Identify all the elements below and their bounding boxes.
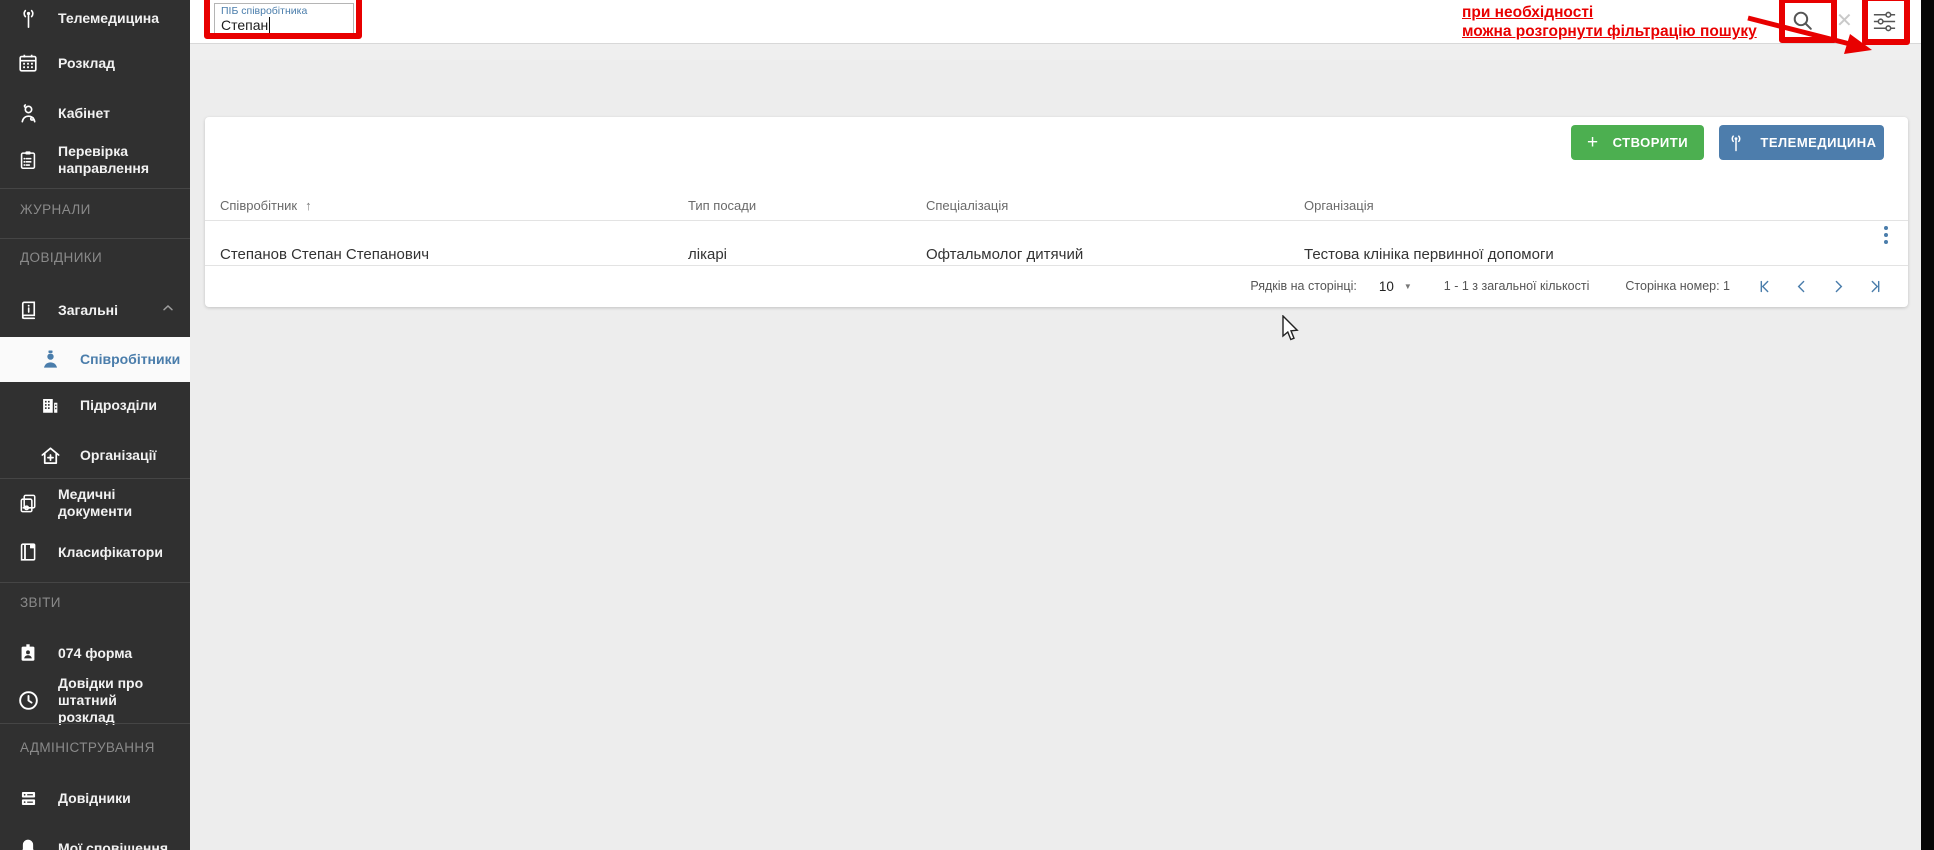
rows-per-page-value[interactable]: 10 xyxy=(1379,279,1394,294)
sidebar-item-medical-documents[interactable]: Медичні документи xyxy=(0,481,190,525)
text-cursor xyxy=(269,17,270,33)
clipboard-icon xyxy=(16,148,40,172)
search-input-label: ПІБ співробітника xyxy=(221,6,347,17)
cell-position-type: лікарі xyxy=(688,246,727,263)
home-plus-icon xyxy=(38,443,62,467)
chevron-up-icon[interactable] xyxy=(160,300,176,321)
calendar-icon xyxy=(16,51,40,75)
column-header-position-type[interactable]: Тип посади xyxy=(688,198,756,213)
antenna-icon xyxy=(16,6,40,30)
sidebar-item-departments[interactable]: Підрозділи xyxy=(0,389,190,421)
rows-per-page-label: Рядків на сторінці: xyxy=(1250,279,1357,293)
annotation-line1: при необхідності xyxy=(1462,3,1757,22)
screen-edge xyxy=(1921,0,1934,850)
bell-icon xyxy=(16,836,40,850)
cell-organization: Тестова клініка первинної допомоги xyxy=(1304,246,1554,263)
divider xyxy=(205,220,1908,221)
id-badge-icon xyxy=(16,641,40,665)
antenna-icon xyxy=(1726,133,1746,153)
cell-employee: Степанов Степан Степанович xyxy=(220,246,429,263)
divider xyxy=(0,723,190,724)
column-header-specialization[interactable]: Спеціалізація xyxy=(926,198,1008,213)
sidebar-section-directories: ДОВІДНИКИ xyxy=(20,250,102,265)
sidebar-section-journals: ЖУРНАЛИ xyxy=(20,202,91,217)
sidebar-item-employees[interactable]: Співробітники xyxy=(0,337,190,382)
first-page-icon[interactable] xyxy=(1756,278,1773,295)
results-card: + СТВОРИТИ ТЕЛЕМЕДИЦИНА Співробітник ↑ Т… xyxy=(205,117,1908,307)
prev-page-icon[interactable] xyxy=(1793,278,1810,295)
cell-specialization: Офтальмолог дитячий xyxy=(926,246,1083,263)
telemedicine-button[interactable]: ТЕЛЕМЕДИЦИНА xyxy=(1719,125,1884,160)
search-input-value: Степан xyxy=(221,17,268,33)
sort-asc-icon: ↑ xyxy=(305,198,312,213)
sidebar-section-reports: ЗВІТИ xyxy=(20,595,61,610)
main-content: СПІВРОБІТНИКИ ПРОФІЛІ E-HEALTH ЗАПИТИ ДО… xyxy=(190,0,1921,850)
caret-down-icon[interactable]: ▼ xyxy=(1404,282,1412,291)
sidebar-item-telemedicine[interactable]: Телемедицина xyxy=(0,2,190,34)
pagination-bar: Рядків на сторінці: 10 ▼ 1 - 1 з загальн… xyxy=(205,272,1884,300)
sidebar-item-my-notifications[interactable]: Мої сповіщення xyxy=(0,832,190,850)
sidebar-item-general[interactable]: Загальні xyxy=(0,294,190,326)
sidebar-item-schedule[interactable]: Розклад xyxy=(0,47,190,79)
books-icon xyxy=(16,540,40,564)
sidebar: Телемедицина Розклад Кабінет Перевірка н… xyxy=(0,0,190,850)
book-info-icon xyxy=(16,298,40,322)
last-page-icon[interactable] xyxy=(1867,278,1884,295)
annotation-line2: можна розгорнути фільтрацію пошуку xyxy=(1462,22,1757,41)
search-input[interactable]: ПІБ співробітника Степан xyxy=(214,3,354,34)
divider xyxy=(0,238,190,239)
next-page-icon[interactable] xyxy=(1830,278,1847,295)
create-button[interactable]: + СТВОРИТИ xyxy=(1571,125,1704,160)
documents-icon xyxy=(16,491,40,515)
sidebar-item-referral-check[interactable]: Перевірка направлення xyxy=(0,138,190,182)
sidebar-section-administration: АДМІНІСТРУВАННЯ xyxy=(20,740,155,755)
pagination-range: 1 - 1 з загальної кількості xyxy=(1444,279,1590,293)
doctor-icon xyxy=(16,101,40,125)
sidebar-item-cabinet[interactable]: Кабінет xyxy=(0,97,190,129)
page-number: Сторінка номер: 1 xyxy=(1625,279,1730,293)
plus-icon: + xyxy=(1587,132,1599,154)
building-icon xyxy=(38,393,62,417)
sidebar-item-074-form[interactable]: 074 форма xyxy=(0,637,190,669)
divider xyxy=(205,265,1908,266)
search-icon[interactable] xyxy=(1790,8,1815,38)
divider xyxy=(0,478,190,479)
person-cap-icon xyxy=(38,348,62,372)
divider xyxy=(0,582,190,583)
list-rows-icon xyxy=(16,786,40,810)
divider xyxy=(0,188,190,189)
sidebar-item-classifiers[interactable]: Класифікатори xyxy=(0,536,190,568)
annotation-note: при необхідності можна розгорнути фільтр… xyxy=(1462,3,1757,41)
sidebar-item-dictionaries[interactable]: Довідники xyxy=(0,782,190,814)
column-header-organization[interactable]: Організація xyxy=(1304,198,1374,213)
filter-sliders-icon[interactable] xyxy=(1871,8,1898,40)
clock-icon xyxy=(16,688,40,712)
clear-icon[interactable]: ✕ xyxy=(1836,9,1853,33)
row-menu-kebab-icon[interactable] xyxy=(1875,226,1897,250)
sidebar-item-organizations[interactable]: Організації xyxy=(0,439,190,471)
sidebar-item-staffing-certificates[interactable]: Довідки про штатний розклад xyxy=(0,678,190,722)
column-header-employee[interactable]: Співробітник ↑ xyxy=(220,198,312,213)
